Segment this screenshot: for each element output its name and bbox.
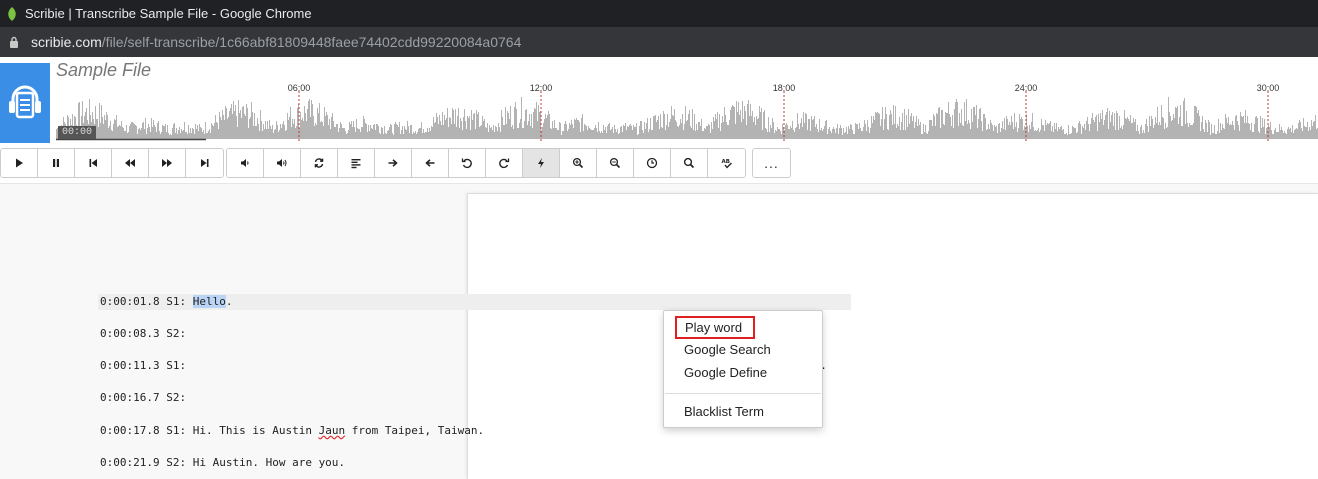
menu-divider <box>665 393 821 394</box>
transcript-line-6[interactable]: 0:00:21.9 S2: Hi Austin. How are you. <box>100 455 345 471</box>
tools-group: AB <box>226 148 746 178</box>
menu-item-play-word[interactable]: Play word <box>675 316 755 339</box>
zoom-in-button[interactable] <box>560 149 597 177</box>
current-timecode: 00:00 <box>58 126 96 139</box>
backward-icon <box>125 159 135 167</box>
skip-end-button[interactable] <box>186 149 223 177</box>
time-marker-label: 30:00 <box>1257 83 1280 93</box>
context-menu: Play word Google Search Google Define Bl… <box>663 310 823 428</box>
selected-word[interactable]: Hello <box>192 295 226 308</box>
scribie-leaf-icon <box>8 6 16 21</box>
time-marker-label: 24:00 <box>1015 83 1038 93</box>
clock-icon <box>646 157 658 169</box>
prev-segment-button[interactable] <box>412 149 449 177</box>
time-marker-label: 06:00 <box>288 83 311 93</box>
skip-start-button[interactable] <box>75 149 112 177</box>
zoom-out-icon <box>609 157 621 169</box>
scribie-logo[interactable] <box>0 63 50 143</box>
rotate-right-icon <box>499 158 510 169</box>
rewind-button[interactable] <box>112 149 149 177</box>
transcript-line-1[interactable]: 0:00:01.8 S1: Hello. <box>98 294 851 310</box>
time-marker-label: 18:00 <box>773 83 796 93</box>
align-left-button[interactable] <box>338 149 375 177</box>
waveform-bars <box>56 97 1318 139</box>
pause-button[interactable] <box>38 149 75 177</box>
time-marker-label: 12:00 <box>530 83 553 93</box>
pause-icon <box>53 159 59 167</box>
volume-down-icon <box>241 159 249 167</box>
url-host: scribie.com <box>31 34 102 50</box>
file-title: Sample File <box>56 60 152 80</box>
more-options-button[interactable]: ... <box>753 149 790 177</box>
volume-down-button[interactable] <box>227 149 264 177</box>
waveform[interactable]: 06:00 12:00 18:00 24:00 30:00 <box>56 81 1318 141</box>
search-button[interactable] <box>671 149 708 177</box>
spellcheck-button[interactable]: AB <box>708 149 745 177</box>
fast-forward-button[interactable] <box>149 149 186 177</box>
loop-button[interactable] <box>301 149 338 177</box>
arrow-left-icon <box>425 159 435 167</box>
more-group: ... <box>752 148 791 178</box>
next-segment-button[interactable] <box>375 149 412 177</box>
volume-up-button[interactable] <box>264 149 301 177</box>
step-forward-icon <box>200 159 208 167</box>
rotate-left-icon <box>461 158 472 169</box>
misspelled-word[interactable]: Jaun <box>319 424 346 437</box>
step-backward-icon <box>89 159 97 167</box>
waveform-timeline[interactable]: 06:00 12:00 18:00 24:00 30:00 00:00 <box>56 81 1318 141</box>
address-bar[interactable]: scribie.com/file/self-transcribe/1c66abf… <box>0 27 1318 57</box>
zoom-in-icon <box>572 157 584 169</box>
refresh-icon <box>314 158 324 168</box>
transcript-line-2[interactable]: 0:00:08.3 S2: <box>100 326 186 342</box>
timestamp-button[interactable] <box>634 149 671 177</box>
lock-icon <box>10 36 18 48</box>
transcript-line-4[interactable]: 0:00:16.7 S2: <box>100 390 186 406</box>
arrow-right-icon <box>388 159 398 167</box>
search-icon <box>683 157 695 169</box>
transcript-line-3[interactable]: 0:00:11.3 S1: <box>100 358 186 374</box>
menu-item-blacklist-term[interactable]: Blacklist Term <box>684 403 764 421</box>
zoom-out-button[interactable] <box>597 149 634 177</box>
lightning-icon <box>538 158 544 168</box>
browser-title-bar: Scribie | Transcribe Sample File - Googl… <box>0 0 1318 27</box>
spellcheck-icon: AB <box>721 159 732 169</box>
play-icon <box>16 158 23 168</box>
player-toolbar: AB ... <box>0 144 1318 184</box>
url-path: /file/self-transcribe/1c66abf81809448fae… <box>101 34 522 50</box>
volume-up-icon <box>277 159 287 167</box>
menu-item-google-search[interactable]: Google Search <box>684 341 771 359</box>
play-button[interactable] <box>1 149 38 177</box>
redo-button[interactable] <box>486 149 523 177</box>
undo-button[interactable] <box>449 149 486 177</box>
align-left-icon <box>351 159 361 169</box>
playback-group <box>0 148 224 178</box>
window-title: Scribie | Transcribe Sample File - Googl… <box>25 6 312 21</box>
forward-icon <box>162 159 172 167</box>
transcript-editor[interactable] <box>467 193 1318 479</box>
flash-button[interactable] <box>523 149 560 177</box>
menu-item-google-define[interactable]: Google Define <box>684 364 767 382</box>
app-header: Sample File 06:00 12:00 18:00 24:00 30:00 00… <box>0 57 1318 144</box>
svg-text:AB: AB <box>721 159 729 165</box>
transcript-line-5[interactable]: 0:00:17.8 S1: Hi. This is Austin Jaun fr… <box>100 423 484 439</box>
headphones-document-icon <box>9 85 41 119</box>
